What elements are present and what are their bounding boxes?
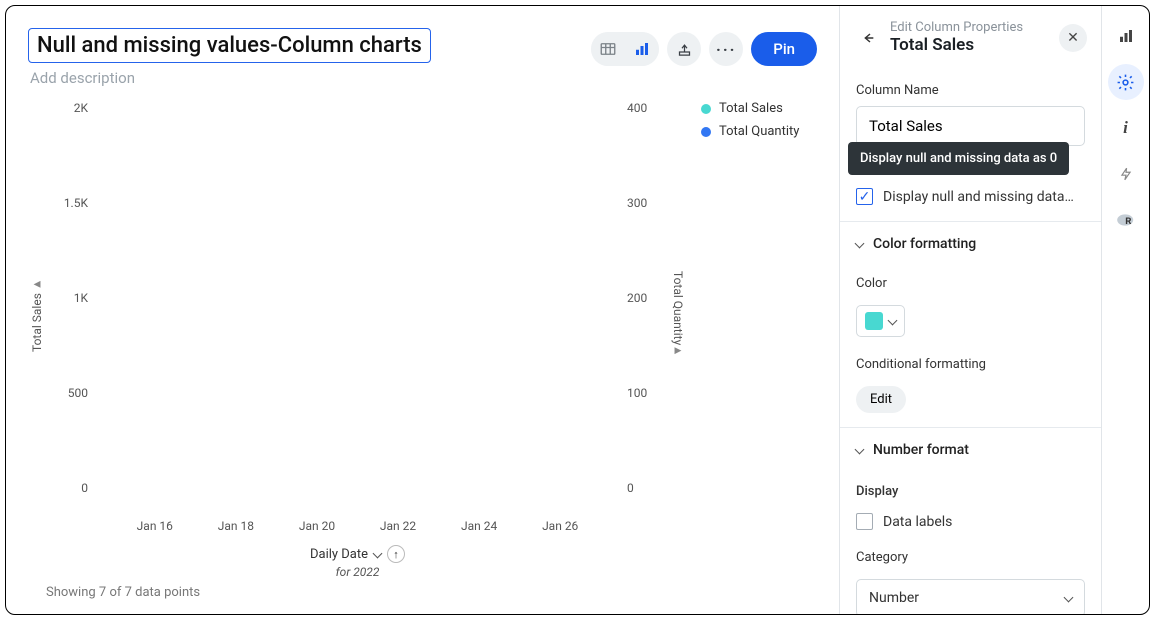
column-name-label: Column Name: [840, 65, 1101, 106]
sort-ascending-button[interactable]: ↑: [387, 545, 405, 563]
color-swatch-icon: [865, 312, 883, 330]
chart-title-input[interactable]: Null and missing values-Column charts: [28, 28, 431, 63]
more-button[interactable]: ···: [709, 32, 743, 66]
x-tick: Jan 26: [542, 519, 578, 533]
checkbox-empty-icon: [856, 513, 873, 530]
color-formatting-section[interactable]: Color formatting: [840, 221, 1101, 266]
legend-item-quantity[interactable]: Total Quantity: [701, 124, 817, 139]
color-label: Color: [840, 266, 1101, 299]
y-right-label: Total Quantity▶: [669, 101, 687, 530]
plot-area: 2K1.5K1K5000 4003002001000: [46, 101, 669, 511]
checkbox-checked-icon: ✓: [856, 188, 873, 205]
share-icon: [677, 42, 692, 57]
bar-chart-icon: [1117, 27, 1135, 45]
legend: Total Sales Total Quantity: [687, 101, 817, 600]
category-label: Category: [840, 546, 1101, 573]
edit-conditional-formatting-button[interactable]: Edit: [856, 386, 906, 413]
rail-chart-button[interactable]: [1108, 18, 1144, 54]
column-properties-panel: Edit Column Properties Total Sales ✕ Col…: [839, 6, 1101, 614]
panel-title: Total Sales: [890, 35, 1059, 55]
column-name-input[interactable]: [856, 106, 1085, 146]
x-tick: Jan 20: [299, 519, 335, 533]
rail-info-button[interactable]: i: [1108, 110, 1144, 146]
table-view-button[interactable]: [591, 32, 625, 66]
display-label: Display: [840, 472, 1101, 507]
y-left-axis: 2K1.5K1K5000: [46, 101, 94, 511]
tooltip: Display null and missing data as 0: [848, 142, 1069, 175]
rail-r-button[interactable]: R: [1108, 202, 1144, 238]
svg-text:R: R: [1125, 216, 1131, 227]
chevron-down-icon: [1064, 592, 1074, 602]
back-button[interactable]: [854, 24, 882, 52]
arrow-left-icon: [860, 30, 876, 46]
rail-lightning-button[interactable]: [1108, 156, 1144, 192]
data-labels-checkbox[interactable]: Data labels: [840, 507, 1101, 546]
x-tick: Jan 16: [137, 519, 173, 533]
table-icon: [599, 40, 617, 58]
more-icon: ···: [716, 40, 736, 59]
display-null-as-zero-checkbox[interactable]: ✓ Display null and missing data…: [840, 174, 1101, 221]
x-axis-label[interactable]: Daily Date: [310, 547, 368, 562]
x-tick: Jan 22: [380, 519, 416, 533]
rail-settings-button[interactable]: [1108, 64, 1144, 100]
close-button[interactable]: ✕: [1059, 24, 1087, 52]
number-format-section[interactable]: Number format: [840, 427, 1101, 472]
y-left-label: Total Sales▶: [28, 101, 46, 530]
x-axis-sublabel: for 2022: [46, 565, 669, 579]
view-toggle: [591, 32, 659, 66]
x-axis: Jan 16 Jan 18 Jan 20 Jan 22 Jan 24 Jan 26: [94, 519, 621, 535]
bar-chart-icon: [633, 40, 651, 58]
data-points-footer: Showing 7 of 7 data points: [46, 585, 669, 600]
chevron-down-icon: [373, 548, 383, 558]
y-right-axis: 4003002001000: [621, 101, 669, 511]
share-button[interactable]: [667, 32, 701, 66]
info-icon: i: [1123, 118, 1128, 138]
gear-icon: [1116, 73, 1135, 92]
chart-view-button[interactable]: [625, 32, 659, 66]
x-tick: Jan 24: [461, 519, 497, 533]
right-rail: i R: [1101, 6, 1149, 614]
description-placeholder[interactable]: Add description: [30, 69, 591, 87]
lightning-icon: [1119, 165, 1133, 183]
color-picker[interactable]: [856, 305, 905, 337]
close-icon: ✕: [1067, 30, 1079, 46]
x-tick: Jan 18: [218, 519, 254, 533]
chevron-down-icon: [888, 315, 898, 325]
category-select[interactable]: Number: [856, 579, 1085, 614]
r-logo-icon: R: [1116, 212, 1136, 228]
pin-button[interactable]: Pin: [751, 32, 817, 66]
conditional-formatting-label: Conditional formatting: [840, 343, 1101, 380]
breadcrumb: Edit Column Properties: [890, 20, 1059, 35]
legend-item-sales[interactable]: Total Sales: [701, 101, 817, 116]
